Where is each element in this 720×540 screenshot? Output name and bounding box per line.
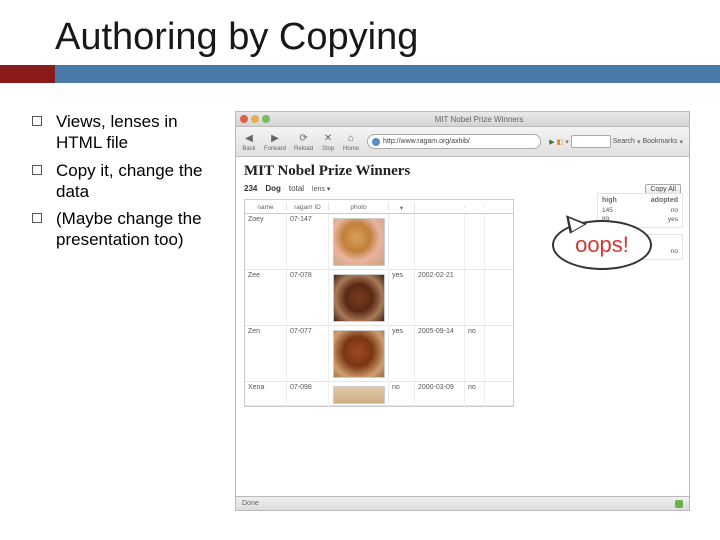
cell-id: 07-098	[287, 382, 329, 408]
page-heading: MIT Nobel Prize Winners	[244, 163, 681, 180]
col-5[interactable]	[415, 206, 465, 208]
minimize-icon[interactable]	[251, 115, 259, 123]
url-bar[interactable]: http://www.ragam.org/axhib/	[367, 134, 541, 149]
cell-id: 07-078	[287, 270, 329, 326]
chevron-down-icon[interactable]: ▾	[679, 138, 683, 146]
grid-header: name ragam ID photo ▾	[245, 200, 513, 214]
bullet-text: (Maybe change the presentation too)	[56, 208, 225, 251]
photo-thumb	[333, 218, 385, 266]
table-row: Zen 07-077 yes 2005-09-14 no	[245, 326, 513, 382]
title-divider	[0, 65, 720, 83]
table-row: Zoey 07-147	[245, 214, 513, 270]
status-text: Done	[242, 500, 259, 507]
rss-icon[interactable]: ◧	[557, 138, 564, 146]
table-row: Xena 07-098 no 2000-03-09 no	[245, 382, 513, 406]
callout-text: oops!	[575, 232, 629, 258]
toolbar: ◀ Back ▶ Forward ⟳ Reload ✕ Stop ⌂ Home …	[236, 127, 689, 157]
titlebar: MIT Nobel Prize Winners	[236, 112, 689, 127]
slide-title: Authoring by Copying	[0, 0, 720, 65]
summary-total: total	[289, 184, 304, 193]
col-id[interactable]: ragam ID	[287, 202, 329, 211]
browser-window: MIT Nobel Prize Winners ◀ Back ▶ Forward…	[235, 111, 690, 511]
summary-count: 234	[244, 184, 257, 193]
summary-kind: Dog	[265, 184, 281, 193]
reload-button[interactable]: ⟳ Reload	[294, 131, 313, 152]
page-content: MIT Nobel Prize Winners 234 Dog total le…	[236, 157, 689, 496]
go-icon[interactable]: ▶	[549, 138, 554, 146]
cell	[389, 214, 415, 270]
reload-icon: ⟳	[297, 131, 311, 145]
cell: no	[465, 382, 485, 408]
search-field[interactable]	[571, 135, 611, 148]
cell	[465, 270, 485, 326]
content-area: Views, lenses in HTML file Copy it, chan…	[0, 83, 720, 511]
cell	[415, 214, 465, 270]
callout: oops!	[552, 220, 652, 270]
window-title: MIT Nobel Prize Winners	[273, 115, 685, 124]
cell: no	[389, 382, 415, 408]
home-button[interactable]: ⌂ Home	[343, 131, 359, 152]
summary: 234 Dog total lens ▾	[244, 184, 330, 193]
chevron-down-icon[interactable]: ▾	[565, 138, 569, 146]
facet-head: high	[602, 197, 617, 204]
bullet-item: Views, lenses in HTML file	[32, 111, 225, 154]
photo-thumb	[333, 386, 385, 404]
cell-name: Zee	[245, 270, 287, 326]
cell: 2005-09-14	[415, 326, 465, 382]
col-photo[interactable]: photo	[329, 202, 389, 211]
facet-line[interactable]: 145 no	[602, 206, 678, 215]
cell-name: Zen	[245, 326, 287, 382]
bullet-text: Views, lenses in HTML file	[56, 111, 225, 154]
cell-photo	[329, 382, 389, 408]
globe-icon	[372, 138, 380, 146]
home-icon: ⌂	[344, 131, 358, 145]
col-6[interactable]	[465, 206, 485, 208]
back-icon: ◀	[242, 131, 256, 145]
status-bar: Done	[236, 496, 689, 510]
bookmarks-label[interactable]: Bookmarks	[642, 138, 677, 145]
cell: no	[465, 326, 485, 382]
toolbar-right: ▶ ◧ ▾ Search ▾ Bookmarks ▾	[549, 135, 683, 148]
cell-photo	[329, 326, 389, 382]
cell-name: Xena	[245, 382, 287, 408]
bullet-marker	[32, 116, 42, 126]
data-grid: name ragam ID photo ▾ Zoey 07-147	[244, 199, 514, 407]
cell	[465, 214, 485, 270]
photo-thumb	[333, 330, 385, 378]
close-icon[interactable]	[240, 115, 248, 123]
bullet-text: Copy it, change the data	[56, 160, 225, 203]
cell: 2000-03-09	[415, 382, 465, 408]
cell-photo	[329, 214, 389, 270]
zoom-icon[interactable]	[262, 115, 270, 123]
forward-icon: ▶	[268, 131, 282, 145]
photo-thumb	[333, 274, 385, 322]
back-button[interactable]: ◀ Back	[242, 131, 256, 152]
cell-name: Zoey	[245, 214, 287, 270]
bullet-marker	[32, 213, 42, 223]
cell: yes	[389, 326, 415, 382]
cell-id: 07-077	[287, 326, 329, 382]
chevron-down-icon[interactable]: ▾	[637, 138, 641, 146]
cell: yes	[389, 270, 415, 326]
callout-bubble: oops!	[552, 220, 652, 270]
bullet-item: (Maybe change the presentation too)	[32, 208, 225, 251]
cell-id: 07-147	[287, 214, 329, 270]
col-4[interactable]: ▾	[389, 202, 415, 212]
cell: 2002-02-21	[415, 270, 465, 326]
bullet-list: Views, lenses in HTML file Copy it, chan…	[0, 111, 235, 511]
cell-photo	[329, 270, 389, 326]
col-name[interactable]: name	[245, 202, 287, 211]
forward-button[interactable]: ▶ Forward	[264, 131, 286, 152]
bullet-item: Copy it, change the data	[32, 160, 225, 203]
bullet-marker	[32, 165, 42, 175]
lens-dropdown[interactable]: lens ▾	[312, 185, 330, 193]
stop-icon: ✕	[321, 131, 335, 145]
url-text: http://www.ragam.org/axhib/	[383, 138, 470, 145]
table-row: Zee 07-078 yes 2002-02-21	[245, 270, 513, 326]
search-label: Search	[613, 138, 635, 145]
stop-button[interactable]: ✕ Stop	[321, 131, 335, 152]
facet-head: adopted	[651, 197, 678, 204]
status-secure-icon	[675, 500, 683, 508]
